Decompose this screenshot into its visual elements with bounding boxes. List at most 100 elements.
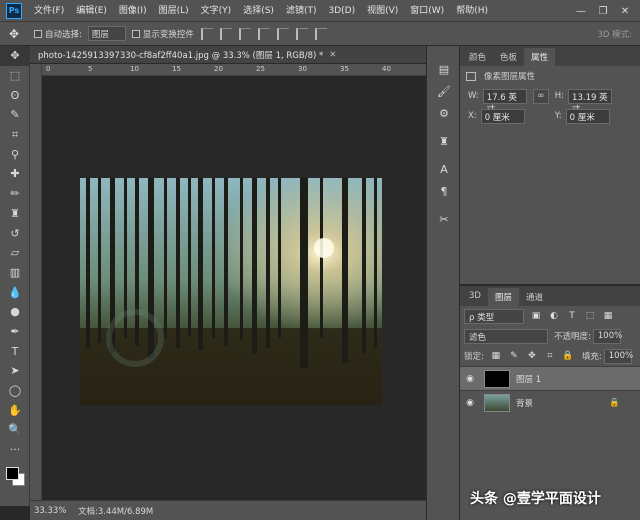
tab-layers[interactable]: 图层	[487, 288, 519, 306]
dodge-tool-icon[interactable]: ●	[0, 302, 30, 322]
pen-tool-icon[interactable]: ✒	[0, 322, 30, 342]
close-icon[interactable]: ✕	[614, 6, 636, 17]
menu-help[interactable]: 帮助(H)	[450, 0, 494, 22]
align-left-icon[interactable]	[200, 27, 213, 40]
artboard-icon[interactable]: ⌗	[544, 350, 556, 362]
menu-3d[interactable]: 3D(D)	[322, 0, 361, 22]
pixel-filter-icon[interactable]: ▣	[530, 310, 542, 322]
move-tool-preset-icon[interactable]: ✥	[0, 24, 28, 44]
tab-color[interactable]: 颜色	[462, 48, 493, 66]
quick-select-tool-icon[interactable]: ✎	[0, 105, 30, 125]
menu-select[interactable]: 选择(S)	[237, 0, 280, 22]
y-label: Y:	[554, 111, 562, 121]
distribute-icon[interactable]	[314, 27, 327, 40]
lock-all-icon[interactable]: 🔒	[562, 350, 574, 362]
lock-pixels-icon[interactable]: ✎	[508, 350, 520, 362]
shape-tool-icon[interactable]: ◯	[0, 381, 30, 401]
path-select-tool-icon[interactable]: ➤	[0, 361, 30, 381]
adjustment-filter-icon[interactable]: ◐	[548, 310, 560, 322]
history-brush-tool-icon[interactable]: ↺	[0, 223, 30, 243]
link-icon[interactable]: ∞	[532, 88, 549, 104]
hand-tool-icon[interactable]: ✋	[0, 400, 30, 420]
ruler-top: 0 5 10 15 20 25 30 35 40	[42, 64, 426, 76]
blend-mode-select[interactable]: 滤色	[464, 328, 548, 344]
lock-label: 锁定:	[464, 352, 484, 362]
ruler-left	[30, 64, 42, 500]
align-bottom-icon[interactable]	[295, 27, 308, 40]
lock-row: 锁定: ▦ ✎ ✥ ⌗ 🔒 填充: 100%	[460, 346, 640, 366]
clone-source-icon[interactable]: ♜	[427, 130, 461, 152]
align-center-icon[interactable]	[219, 27, 232, 40]
color-swatches	[0, 459, 29, 509]
tab-channels[interactable]: 通道	[519, 288, 550, 306]
type-tool-icon[interactable]: T	[0, 341, 30, 361]
lock-position-icon[interactable]: ✥	[526, 350, 538, 362]
zoom-level[interactable]: 33.33%	[30, 506, 74, 516]
character-panel-icon[interactable]: A	[427, 158, 461, 180]
more-tools-icon[interactable]: ···	[0, 440, 30, 460]
crop-tool-icon[interactable]: ⌗	[0, 125, 30, 145]
visibility-eye-icon[interactable]: ◉	[460, 398, 480, 408]
minimize-icon[interactable]: —	[570, 6, 592, 17]
menu-window[interactable]: 窗口(W)	[404, 0, 450, 22]
brush-panel-icon[interactable]: 🖌	[427, 80, 461, 102]
gradient-tool-icon[interactable]: ▥	[0, 263, 30, 283]
menu-type[interactable]: 文字(Y)	[195, 0, 238, 22]
ruler-mark: 30	[298, 65, 307, 73]
tab-properties[interactable]: 属性	[524, 48, 556, 66]
menu-filter[interactable]: 滤镜(T)	[280, 0, 323, 22]
restore-icon[interactable]: ❐	[592, 6, 614, 17]
history-panel-icon[interactable]: ▤	[427, 58, 461, 80]
brush-tool-icon[interactable]: ✏	[0, 184, 30, 204]
document-tab[interactable]: photo-1425913397330-cf8af2ff40a1.jpg @ 3…	[30, 46, 426, 64]
x-field[interactable]: 0 厘米	[480, 108, 525, 124]
y-field[interactable]: 0 厘米	[565, 108, 610, 124]
healing-brush-tool-icon[interactable]: ✚	[0, 164, 30, 184]
auto-select-dropdown[interactable]: 图层	[87, 26, 126, 41]
filter-kind-select[interactable]: ρ 类型	[464, 308, 524, 324]
foreground-color[interactable]	[6, 467, 19, 481]
tools-preset-icon[interactable]: ✂	[427, 208, 461, 230]
panel-icon-strip: ▤ 🖌 ⚙ ♜ A ¶ ✂	[426, 46, 460, 520]
layer-row[interactable]: ◉ 背景 🔒	[460, 390, 640, 414]
clone-stamp-tool-icon[interactable]: ♜	[0, 204, 30, 224]
shape-filter-icon[interactable]: ⬚	[584, 310, 596, 322]
lock-transparent-icon[interactable]: ▦	[490, 350, 502, 362]
ruler-mark: 15	[172, 65, 181, 73]
type-filter-icon[interactable]: T	[566, 310, 578, 322]
opacity-field[interactable]: 100%	[592, 328, 622, 344]
tab-3d[interactable]: 3D	[462, 288, 488, 306]
lasso-tool-icon[interactable]: ʘ	[0, 85, 30, 105]
show-transform-label: 显示变换控件	[142, 29, 194, 40]
eyedropper-tool-icon[interactable]: ⚲	[0, 144, 30, 164]
height-field[interactable]: 13.19 英寸	[568, 88, 613, 115]
forest-photo[interactable]	[80, 178, 382, 405]
align-middle-icon[interactable]	[276, 27, 289, 40]
layer-row[interactable]: ◉ 图层 1	[460, 366, 640, 390]
fill-field[interactable]: 100%	[603, 348, 633, 364]
menu-edit[interactable]: 编辑(E)	[70, 0, 113, 22]
ruler-mark: 25	[256, 65, 265, 73]
blur-tool-icon[interactable]: 💧	[0, 282, 30, 302]
adjustments-panel-icon[interactable]: ⚙	[427, 102, 461, 124]
menu-image[interactable]: 图像(I)	[113, 0, 153, 22]
menu-file[interactable]: 文件(F)	[28, 0, 70, 22]
visibility-eye-icon[interactable]: ◉	[460, 374, 480, 384]
align-right-icon[interactable]	[238, 27, 251, 40]
show-transform-checkbox[interactable]	[131, 29, 140, 38]
menu-layer[interactable]: 图层(L)	[153, 0, 195, 22]
tools-panel: ✥ ⬚ ʘ ✎ ⌗ ⚲ ✚ ✏ ♜ ↺ ▱ ▥ 💧 ● ✒ T ➤ ◯ ✋ 🔍 …	[0, 46, 30, 506]
marquee-tool-icon[interactable]: ⬚	[0, 66, 30, 86]
tab-swatches[interactable]: 色板	[493, 48, 524, 66]
align-top-icon[interactable]	[257, 27, 270, 40]
menu-view[interactable]: 视图(V)	[361, 0, 404, 22]
canvas-area[interactable]	[42, 76, 426, 500]
paragraph-panel-icon[interactable]: ¶	[427, 180, 461, 202]
close-document-icon[interactable]: ✕	[329, 50, 336, 60]
eraser-tool-icon[interactable]: ▱	[0, 243, 30, 263]
smart-filter-icon[interactable]: ▦	[602, 310, 614, 322]
width-field[interactable]: 17.6 英寸	[482, 88, 527, 115]
move-tool-icon[interactable]: ✥	[0, 46, 30, 66]
auto-select-checkbox[interactable]	[34, 29, 42, 38]
zoom-tool-icon[interactable]: 🔍	[0, 420, 30, 440]
